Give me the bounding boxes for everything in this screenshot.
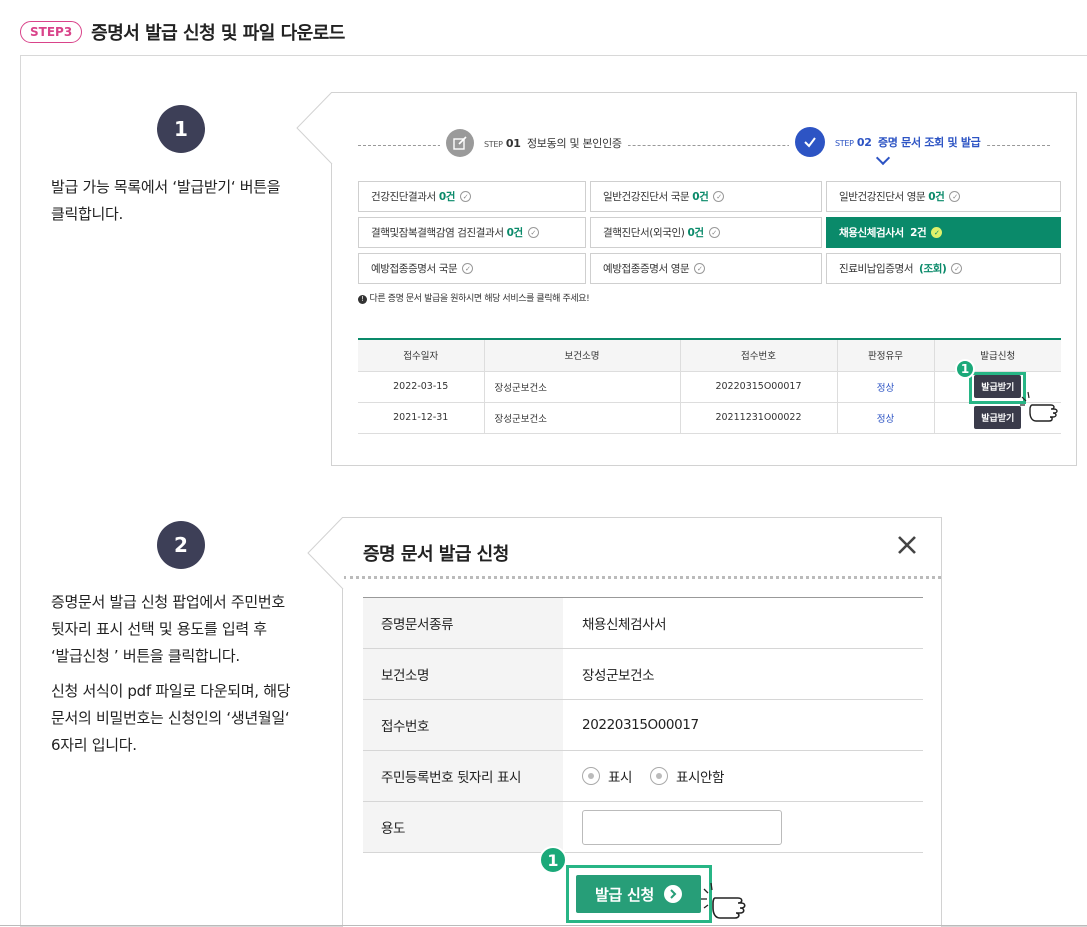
cell-receipt: 20211231O00022	[680, 402, 838, 434]
cell-date: 2021-12-31	[358, 402, 485, 434]
edit-icon	[446, 129, 474, 157]
callout-badge: 1	[539, 846, 567, 874]
pointer-hand-icon	[1020, 391, 1058, 422]
step2-label: 증명 문서 조회 및 발급	[877, 136, 981, 149]
desc-line: 증명문서 발급 신청 팝업에서 주민번호	[51, 593, 285, 611]
field-label: 용도	[363, 801, 563, 853]
field-label: 증명문서종류	[363, 597, 563, 649]
modal-title: 증명 문서 발급 신청	[363, 544, 509, 565]
step2-prefix: STEP	[835, 139, 854, 148]
column-header: 접수번호	[680, 339, 838, 372]
desc-line: 6자리 입니다.	[51, 736, 137, 754]
check-circle-icon: ✓	[694, 263, 706, 274]
arrow-right-icon	[663, 885, 682, 903]
step-number-2: 2	[157, 521, 205, 569]
step1-prefix: STEP	[484, 140, 503, 149]
check-circle-icon: ✓	[931, 227, 943, 238]
field-value: 장성군보건소	[563, 648, 923, 700]
callout-tail	[296, 92, 333, 165]
request-form: 증명문서종류 채용신체검사서 보건소명 장성군보건소 접수번호 20220315…	[363, 597, 923, 853]
doc-type-item-active[interactable]: 채용신체검사서 2건 ✓	[826, 217, 1061, 248]
doc-type-item[interactable]: 예방접종증명서 영문 ✓	[590, 253, 822, 284]
step1-number: 01	[505, 137, 521, 150]
section-header: STEP3 증명서 발급 신청 및 파일 다운로드	[20, 18, 345, 46]
pointer-hand-icon	[701, 882, 746, 919]
doc-type-item[interactable]: 건강진단결과서 0건 ✓	[358, 181, 586, 212]
form-row: 보건소명 장성군보건소	[363, 648, 923, 700]
column-header: 발급신청	[934, 339, 1061, 372]
table-row: 2021-12-31 장성군보건소 20211231O00022 정상 발급받기	[358, 402, 1061, 434]
screenshot-frame-1: STEP 01 정보동의 및 본인인증 STEP 02 증명 문서 조회 및 발…	[331, 92, 1077, 466]
column-header: 판정유무	[837, 339, 935, 372]
field-label: 주민등록번호 뒷자리 표시	[363, 750, 563, 802]
info-icon: !	[358, 294, 367, 304]
check-circle-icon: ✓	[460, 191, 471, 202]
check-circle-icon: ✓	[951, 263, 963, 274]
desc-line: 클릭합니다.	[51, 205, 123, 223]
step-badge: STEP3	[20, 21, 83, 43]
form-row: 주민등록번호 뒷자리 표시 표시 표시안함	[363, 750, 923, 802]
step-2-description: 증명문서 발급 신청 팝업에서 주민번호 뒷자리 표시 선택 및 용도를 입력 …	[51, 589, 291, 759]
form-row: 접수번호 20220315O00017	[363, 699, 923, 751]
form-row: 증명문서종류 채용신체검사서	[363, 597, 923, 649]
section-title: 증명서 발급 신청 및 파일 다운로드	[91, 23, 345, 44]
desc-line: ‘발급신청 ’ 버튼을 클릭합니다.	[51, 647, 240, 665]
cell-result[interactable]: 정상	[837, 371, 935, 403]
divider	[343, 576, 941, 579]
column-header: 접수일자	[358, 339, 485, 372]
doc-type-item[interactable]: 결핵및잠복결핵감염 검진결과서 0건 ✓	[358, 217, 586, 248]
check-icon	[795, 127, 825, 157]
callout-badge: 1	[955, 359, 975, 379]
form-row: 용도	[363, 801, 923, 853]
column-header: 보건소명	[484, 339, 681, 372]
doc-type-item[interactable]: 진료비납입증명서 (조회) ✓	[826, 253, 1061, 284]
usage-input[interactable]	[582, 809, 782, 845]
check-circle-icon: ✓	[527, 227, 539, 238]
cell-result[interactable]: 정상	[837, 402, 935, 434]
field-value: 채용신체검사서	[563, 597, 923, 649]
submit-button[interactable]: 발급 신청	[576, 875, 701, 913]
issue-button[interactable]: 발급받기	[974, 406, 1022, 429]
cell-center: 장성군보건소	[484, 402, 681, 434]
callout-tail	[307, 517, 344, 590]
doc-type-item[interactable]: 일반건강진단서 영문 0건 ✓	[826, 181, 1061, 212]
progress-step-2: STEP 02 증명 문서 조회 및 발급	[789, 127, 987, 157]
doc-type-item[interactable]: 결핵진단서(외국인) 0건 ✓	[590, 217, 822, 248]
field-label: 보건소명	[363, 648, 563, 700]
doc-type-grid: 건강진단결과서 0건 ✓ 일반건강진단서 국문 0건 ✓ 일반건강진단서 영문 0건 ✓ 결…	[358, 181, 1061, 284]
field-label: 접수번호	[363, 699, 563, 751]
check-circle-icon: ✓	[462, 263, 474, 274]
progress-step-1: STEP 01 정보동의 및 본인인증	[440, 129, 628, 157]
desc-line: 신청 서식이 pdf 파일로 다운되며, 해당	[51, 682, 291, 700]
radio-icon	[582, 767, 600, 785]
field-value: 20220315O00017	[563, 699, 923, 751]
table-row: 2022-03-15 장성군보건소 20220315O00017 정상 발급받기	[358, 371, 1061, 403]
cell-center: 장성군보건소	[484, 371, 681, 403]
radio-hide[interactable]: 표시안함	[649, 766, 724, 786]
doc-type-item[interactable]: 일반건강진단서 국문 0건 ✓	[590, 181, 822, 212]
results-table: 접수일자 보건소명 접수번호 판정유무 발급신청 2022-03-15 장성군보…	[358, 338, 1061, 434]
desc-line: 발급 가능 목록에서 ‘발급받기‘ 버튼을	[51, 178, 281, 196]
check-circle-icon: ✓	[713, 191, 725, 202]
step-number-1: 1	[157, 105, 205, 153]
radio-show[interactable]: 표시	[582, 766, 632, 786]
radio-icon	[649, 767, 668, 785]
check-circle-icon: ✓	[708, 227, 720, 238]
desc-line: 뒷자리 표시 선택 및 용도를 입력 후	[51, 620, 267, 638]
step1-label: 정보동의 및 본인인증	[526, 137, 622, 150]
doc-type-item[interactable]: 예방접종증명서 국문 ✓	[358, 253, 586, 284]
step-1-description: 발급 가능 목록에서 ‘발급받기‘ 버튼을 클릭합니다.	[51, 174, 281, 228]
close-icon[interactable]	[897, 532, 917, 562]
cell-date: 2022-03-15	[358, 371, 485, 403]
screenshot-frame-2: 증명 문서 발급 신청 증명문서종류 채용신체검사서 보건소명 장성군보건소 접…	[342, 517, 942, 927]
notice-text: ! 다른 증명 문서 발급을 원하시면 해당 서비스를 클릭해 주세요!	[358, 291, 590, 304]
desc-line: 문서의 비밀번호는 신청인의 ‘생년월일‘	[51, 709, 290, 727]
cell-receipt: 20220315O00017	[680, 371, 838, 403]
check-circle-icon: ✓	[949, 191, 961, 202]
bottom-border	[0, 925, 1087, 926]
step2-number: 02	[856, 136, 872, 149]
